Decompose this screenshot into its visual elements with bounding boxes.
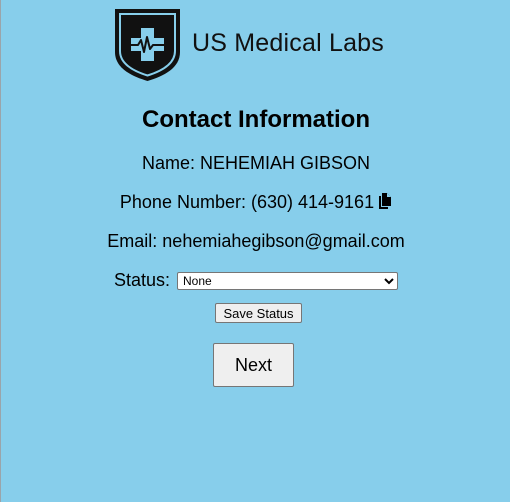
contact-email-row: Email: nehemiahegibson@gmail.com bbox=[1, 231, 510, 252]
copy-icon[interactable] bbox=[378, 193, 392, 215]
shield-medical-cross-icon bbox=[115, 9, 180, 81]
name-value: NEHEMIAH GIBSON bbox=[200, 153, 371, 173]
email-value: nehemiahegibson@gmail.com bbox=[162, 231, 405, 251]
contact-phone-row: Phone Number: (630) 414-9161 bbox=[1, 192, 510, 215]
status-label: Status: bbox=[113, 270, 176, 290]
email-label: Email: bbox=[107, 231, 163, 251]
brand-name: US Medical Labs bbox=[192, 28, 384, 57]
phone-value: (630) 414-9161 bbox=[250, 192, 375, 212]
save-status-button[interactable]: Save Status bbox=[215, 303, 302, 323]
page-title: Contact Information bbox=[142, 106, 370, 133]
status-row: Status: None bbox=[1, 270, 510, 291]
next-button[interactable]: Next bbox=[213, 343, 294, 387]
name-label: Name: bbox=[141, 153, 200, 173]
phone-label: Phone Number: bbox=[119, 192, 251, 212]
brand-logo: US Medical Labs bbox=[114, 8, 384, 82]
contact-name-row: Name: NEHEMIAH GIBSON bbox=[1, 153, 510, 174]
status-select[interactable]: None bbox=[177, 272, 399, 290]
